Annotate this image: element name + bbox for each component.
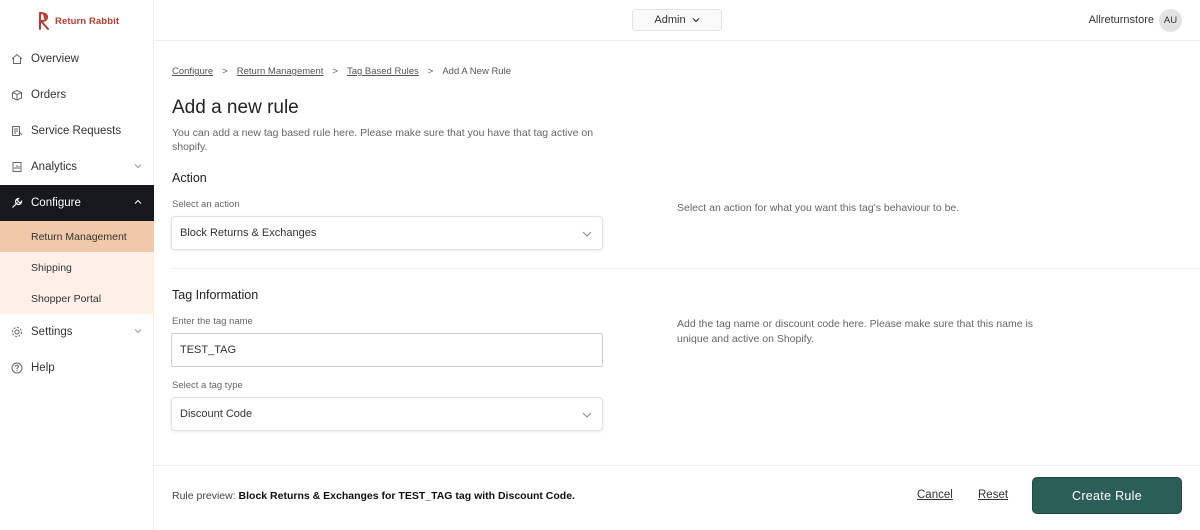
action-help-text: Select an action for what you want this …	[677, 202, 960, 214]
sidebar-nav: Overview Orders Service Requests Analyti…	[0, 41, 154, 386]
help-icon	[11, 362, 23, 374]
breadcrumb-configure[interactable]: Configure	[172, 66, 213, 77]
breadcrumb-separator: >	[427, 66, 434, 77]
chevron-up-icon	[134, 199, 142, 204]
chevron-down-icon	[134, 329, 142, 334]
breadcrumb-separator: >	[222, 66, 228, 77]
sidebar-item-label: Settings	[31, 326, 73, 338]
cancel-button[interactable]: Cancel	[917, 489, 953, 501]
breadcrumb-separator: >	[332, 66, 338, 77]
avatar[interactable]: AU	[1159, 9, 1182, 32]
action-select-value: Block Returns & Exchanges	[180, 227, 317, 239]
rabbit-logo-icon	[38, 12, 49, 30]
role-select-value: Admin	[654, 14, 686, 26]
sidebar-item-analytics[interactable]: Analytics	[0, 149, 154, 185]
chevron-down-icon	[582, 412, 592, 418]
tag-type-value: Discount Code	[180, 408, 253, 420]
reset-button[interactable]: Reset	[978, 489, 1008, 501]
box-icon	[11, 89, 23, 101]
tag-name-value: TEST_TAG	[180, 344, 237, 356]
tag-info-section-title: Tag Information	[172, 288, 259, 302]
sidebar-item-label: Help	[31, 362, 55, 374]
gear-icon	[11, 326, 23, 338]
sidebar-item-orders[interactable]: Orders	[0, 77, 154, 113]
sidebar-item-label: Overview	[31, 53, 79, 65]
chevron-down-icon	[582, 231, 592, 237]
chevron-down-icon	[692, 18, 700, 23]
action-field-label: Select an action	[172, 199, 240, 210]
rule-preview-prefix: Rule preview:	[172, 490, 236, 502]
breadcrumb-tag-based-rules[interactable]: Tag Based Rules	[347, 66, 419, 77]
rule-preview-text: Block Returns & Exchanges for TEST_TAG t…	[238, 490, 575, 502]
tag-info-help-text: Add the tag name or discount code here. …	[677, 318, 1034, 345]
action-select[interactable]: Block Returns & Exchanges	[171, 216, 603, 250]
chevron-down-icon	[134, 164, 142, 169]
tag-type-select[interactable]: Discount Code	[171, 397, 603, 431]
store-name[interactable]: Allreturnstore	[1089, 14, 1154, 26]
sidebar-item-overview[interactable]: Overview	[0, 41, 154, 77]
sidebar-item-label: Orders	[31, 89, 67, 101]
sidebar-item-label: Analytics	[31, 161, 78, 173]
sidebar-item-help[interactable]: Help	[0, 350, 154, 386]
role-select[interactable]: Admin	[632, 9, 722, 31]
home-icon	[11, 53, 23, 65]
breadcrumb-return-management[interactable]: Return Management	[237, 66, 324, 77]
chart-icon	[11, 161, 23, 173]
wrench-icon	[11, 197, 23, 209]
section-divider	[172, 268, 1200, 269]
sidebar-subitem-return-management[interactable]: Return Management	[0, 221, 154, 252]
breadcrumb: Configure > Return Management > Tag Base…	[172, 66, 511, 77]
action-section-title: Action	[172, 171, 207, 185]
create-rule-button[interactable]: Create Rule	[1032, 477, 1182, 514]
tag-type-label: Select a tag type	[172, 380, 243, 391]
tag-name-input[interactable]: TEST_TAG	[171, 333, 603, 367]
sidebar: Return Rabbit Overview Orders Service Re…	[0, 0, 154, 530]
sidebar-subitem-shopper-portal[interactable]: Shopper Portal	[0, 283, 154, 314]
sidebar-item-settings[interactable]: Settings	[0, 314, 154, 350]
page-title: Add a new rule	[172, 97, 299, 118]
page-description: You can add a new tag based rule here. P…	[172, 127, 594, 153]
footer-bar: Rule preview: Block Returns & Exchanges …	[154, 465, 1200, 530]
top-bar: Admin Allreturnstore AU	[154, 0, 1200, 41]
tag-name-label: Enter the tag name	[172, 316, 253, 327]
sidebar-item-label: Configure	[31, 197, 81, 209]
sidebar-subitem-shipping[interactable]: Shipping	[0, 252, 154, 283]
sidebar-item-service-requests[interactable]: Service Requests	[0, 113, 154, 149]
configure-submenu: Return Management Shipping Shopper Porta…	[0, 221, 154, 314]
sidebar-item-label: Service Requests	[31, 125, 122, 137]
brand-logo[interactable]: Return Rabbit	[38, 12, 119, 30]
rule-preview: Rule preview: Block Returns & Exchanges …	[172, 490, 575, 502]
clipboard-icon	[11, 125, 23, 137]
sidebar-item-configure[interactable]: Configure	[0, 185, 154, 221]
brand-name: Return Rabbit	[55, 15, 120, 27]
breadcrumb-current: Add A New Rule	[442, 66, 511, 77]
